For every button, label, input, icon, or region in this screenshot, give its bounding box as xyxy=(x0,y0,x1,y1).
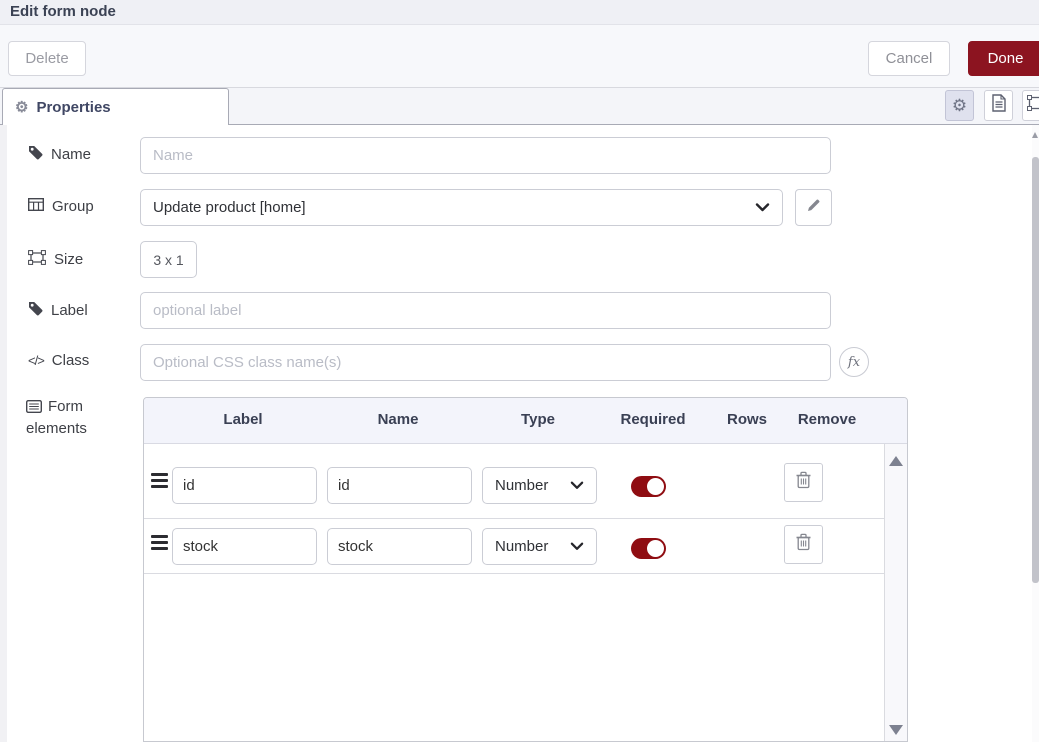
label-field-label: Label xyxy=(28,301,88,320)
col-header-label: Label xyxy=(223,411,262,428)
gear-icon: ⚙ xyxy=(15,100,28,115)
edit-group-button[interactable] xyxy=(795,189,832,226)
scroll-up-icon[interactable] xyxy=(889,456,903,466)
edit-form-node-dialog: Edit form node Delete Cancel Done ⚙ Prop… xyxy=(0,0,1039,742)
delete-button[interactable]: Delete xyxy=(8,41,86,76)
trash-icon xyxy=(795,533,812,556)
group-select-value: Update product [home] xyxy=(153,199,306,216)
element-type-select[interactable]: Number xyxy=(482,528,597,565)
size-field-label: Size xyxy=(28,250,83,269)
table-header: Label Name Type Required Rows Remove xyxy=(144,398,907,444)
col-header-required: Required xyxy=(620,411,685,428)
element-name-input[interactable] xyxy=(327,467,472,504)
object-group-icon xyxy=(1027,95,1039,116)
col-header-remove: Remove xyxy=(798,411,856,428)
scrollbar-thumb[interactable] xyxy=(1032,157,1039,583)
name-input[interactable] xyxy=(140,137,831,174)
page-scrollbar[interactable] xyxy=(1032,125,1039,742)
tag-icon xyxy=(28,301,43,320)
element-name-input[interactable] xyxy=(327,528,472,565)
done-button[interactable]: Done xyxy=(968,41,1039,76)
chevron-down-icon xyxy=(570,538,584,555)
group-select[interactable]: Update product [home] xyxy=(140,189,783,226)
code-icon: </> xyxy=(28,353,44,368)
chevron-down-icon xyxy=(755,199,770,216)
row-separator xyxy=(144,518,884,519)
table-scrollbar[interactable] xyxy=(884,444,907,741)
dialog-title-bar: Edit form node xyxy=(0,0,1039,25)
name-field-label: Name xyxy=(28,145,91,164)
col-header-name: Name xyxy=(378,411,419,428)
required-toggle[interactable] xyxy=(631,476,666,497)
fx-expression-button[interactable]: fx xyxy=(839,347,869,377)
action-row: Delete Cancel Done xyxy=(0,25,1039,88)
form-elements-table: Label Name Type Required Rows Remove Num… xyxy=(143,397,908,742)
row-separator xyxy=(144,573,884,574)
table-icon xyxy=(28,198,44,215)
remove-row-button[interactable] xyxy=(784,463,823,502)
resize-handles-icon xyxy=(28,250,46,269)
element-type-select[interactable]: Number xyxy=(482,467,597,504)
cancel-button[interactable]: Cancel xyxy=(868,41,950,76)
label-input[interactable] xyxy=(140,292,831,329)
group-field-label: Group xyxy=(28,198,94,215)
pencil-icon xyxy=(806,198,821,218)
scroll-down-icon[interactable] xyxy=(889,725,903,735)
remove-row-button[interactable] xyxy=(784,525,823,564)
tag-icon xyxy=(28,145,43,164)
list-alt-icon xyxy=(26,400,42,413)
element-label-input[interactable] xyxy=(172,528,317,565)
col-header-type: Type xyxy=(521,411,555,428)
tab-properties-label: Properties xyxy=(36,99,110,116)
properties-tab-button[interactable]: ⚙ xyxy=(945,90,974,121)
drag-handle-icon[interactable] xyxy=(151,535,168,553)
col-header-rows: Rows xyxy=(727,411,767,428)
gear-icon: ⚙ xyxy=(952,97,967,114)
tray-edge xyxy=(0,125,7,742)
tab-properties[interactable]: ⚙ Properties xyxy=(2,88,229,125)
scroll-up-icon[interactable] xyxy=(1032,132,1038,138)
class-field-label: </> Class xyxy=(28,352,89,369)
page-title: Edit form node xyxy=(10,3,116,20)
appearance-tab-button[interactable] xyxy=(1022,90,1039,121)
form-elements-field-label: Form elements xyxy=(26,396,116,440)
drag-handle-icon[interactable] xyxy=(151,473,168,491)
document-icon xyxy=(991,94,1007,117)
class-input[interactable] xyxy=(140,344,831,381)
required-toggle[interactable] xyxy=(631,538,666,559)
element-label-input[interactable] xyxy=(172,467,317,504)
trash-icon xyxy=(795,471,812,494)
description-tab-button[interactable] xyxy=(984,90,1013,121)
size-button[interactable]: 3 x 1 xyxy=(140,241,197,278)
chevron-down-icon xyxy=(570,477,584,494)
